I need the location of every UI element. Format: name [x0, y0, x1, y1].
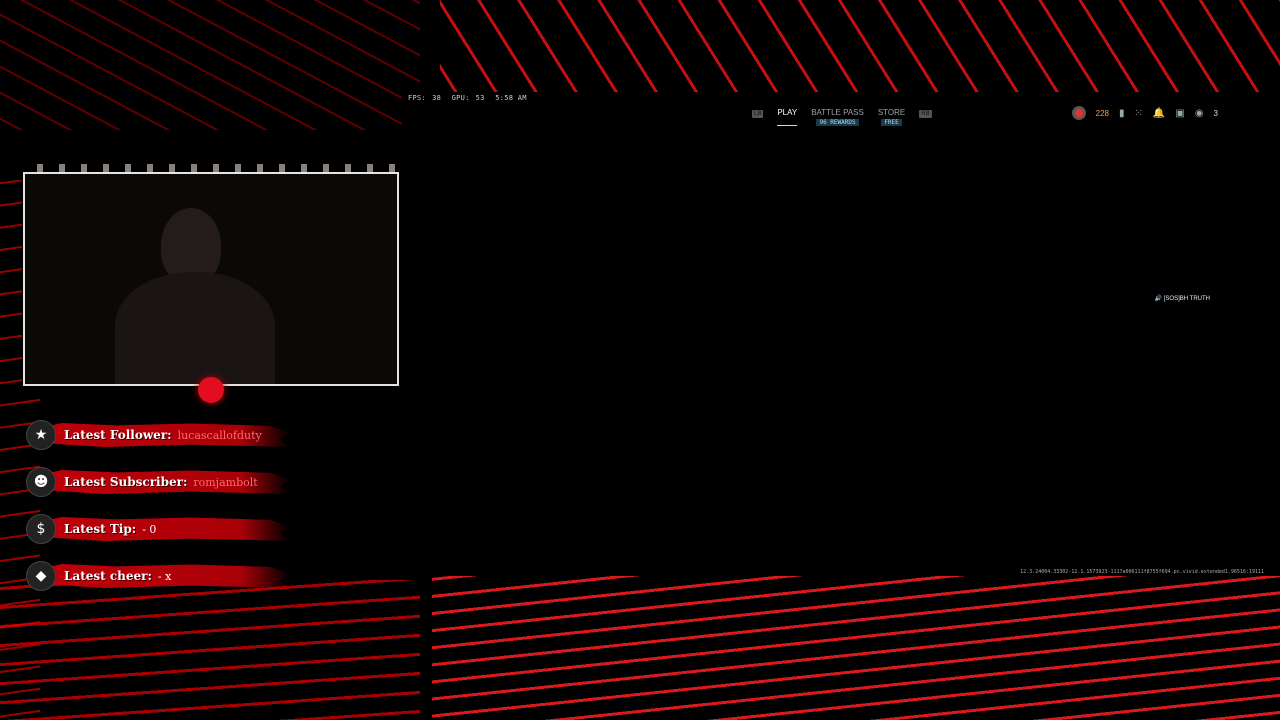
- top-right-hud: 228 ▮ ⁙ 🔔 ▣ ◉ 3: [1071, 106, 1218, 120]
- voice-player-name: [SOS]BH TRUTH: [1163, 296, 1210, 302]
- streamer-hoodie: [115, 272, 275, 384]
- main-nav: LB PLAY BATTLE PASS 96 REWARDS STORE FRE…: [752, 108, 932, 126]
- notification-bell-icon[interactable]: 🔔: [1153, 108, 1165, 119]
- performance-stats: FPS: 38 GPU: 53 5:58 AM: [408, 94, 533, 102]
- game-screen: FPS: 38 GPU: 53 5:58 AM LB PLAY BATTLE PAS…: [402, 92, 1280, 576]
- fps-label: FPS:: [408, 94, 427, 102]
- gpu-value: 53: [475, 94, 485, 102]
- webcam-frame: [21, 164, 401, 386]
- tab-label: STORE: [877, 108, 906, 117]
- latest-tip-row: $ Latest Tip: - 0: [26, 514, 296, 544]
- dollar-icon: $: [26, 514, 56, 544]
- tab-battle-pass[interactable]: BATTLE PASS 96 REWARDS: [811, 108, 864, 126]
- label-value: romjambolt: [193, 475, 258, 489]
- label-title: Latest Follower:: [64, 428, 172, 442]
- tab-label: PLAY: [777, 108, 798, 117]
- cod-points-value: 228: [1095, 108, 1109, 118]
- latest-follower-row: ★ Latest Follower: lucascallofduty: [26, 420, 296, 450]
- tab-play[interactable]: PLAY: [777, 108, 798, 126]
- grid-menu-icon[interactable]: ⁙: [1135, 108, 1143, 119]
- background-streaks-top-left: [0, 0, 420, 130]
- label-value: lucascallofduty: [177, 428, 262, 442]
- tab-store[interactable]: STORE FREE: [878, 108, 905, 126]
- subscriber-icon: ☻: [26, 467, 56, 497]
- background-streaks-bottom: [432, 576, 1280, 720]
- left-bumper-key: LB: [752, 110, 764, 118]
- blood-splat-decoration: [198, 377, 224, 403]
- streamer-head: [161, 208, 221, 282]
- tab-sub-badge: 96 REWARDS: [816, 119, 859, 126]
- fps-value: 38: [432, 94, 442, 102]
- label-title: Latest Subscriber:: [64, 475, 188, 489]
- diamond-icon: ◆: [26, 561, 56, 591]
- voice-chat-indicator: 🔊 [SOS]BH TRUTH: [1155, 295, 1210, 302]
- gpu-label: GPU:: [451, 94, 470, 102]
- webcam-streamer: [115, 208, 275, 384]
- speaker-icon: 🔊: [1154, 296, 1163, 302]
- profile-icon[interactable]: ▣: [1175, 108, 1184, 119]
- right-bumper-key: RB: [919, 110, 932, 118]
- label-value: - 0: [142, 522, 157, 536]
- clock: 5:58 AM: [495, 94, 527, 102]
- cod-points-icon[interactable]: [1071, 106, 1086, 120]
- build-version: 12.3.24004.33302-12.1.1573923-1117a00611…: [1020, 569, 1264, 575]
- stream-labels: ★ Latest Follower: lucascallofduty ☻ Lat…: [26, 420, 296, 608]
- tab-sub-badge: FREE: [881, 119, 902, 126]
- latest-subscriber-row: ☻ Latest Subscriber: romjambolt: [26, 467, 296, 497]
- battery-icon: ▮: [1119, 107, 1125, 119]
- party-count: 3: [1213, 108, 1218, 118]
- latest-cheer-row: ◆ Latest cheer: - x: [26, 561, 296, 591]
- star-icon: ★: [26, 420, 56, 450]
- tab-label: BATTLE PASS: [811, 108, 864, 117]
- label-value: - x: [157, 569, 172, 583]
- party-icon[interactable]: ◉: [1195, 108, 1204, 119]
- label-title: Latest cheer:: [64, 569, 152, 583]
- background-streaks-top-right: [440, 0, 1280, 92]
- label-title: Latest Tip:: [64, 522, 137, 536]
